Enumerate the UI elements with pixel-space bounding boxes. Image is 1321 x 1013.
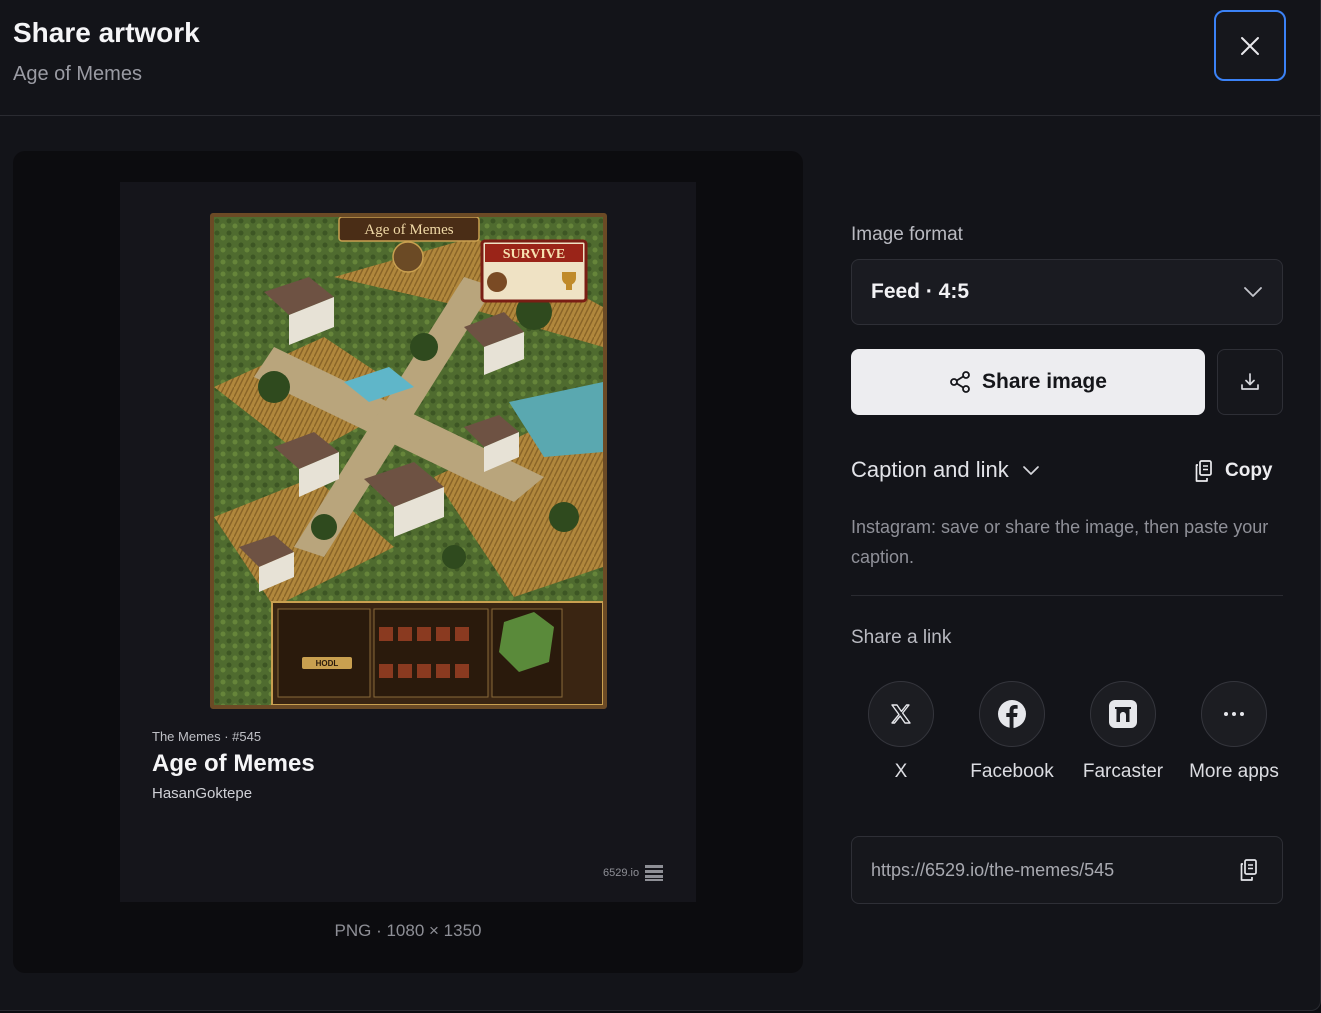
share-x-button[interactable]: X <box>851 681 951 783</box>
facebook-logo-icon <box>998 700 1026 728</box>
share-facebook-label: Facebook <box>970 761 1054 782</box>
share-artwork-modal: Share artwork Age of Memes Age of Memes … <box>0 0 1321 1011</box>
download-button[interactable] <box>1217 349 1283 415</box>
share-image-button[interactable]: Share image <box>851 349 1205 415</box>
share-url-field[interactable]: https://6529.io/the-memes/545 <box>851 836 1283 904</box>
share-x-label: X <box>894 761 908 782</box>
artwork-title: Age of Memes <box>152 750 315 777</box>
watermark-text: 6529.io <box>603 867 640 879</box>
share-icon <box>950 371 970 393</box>
share-facebook-button[interactable]: Facebook <box>962 681 1062 783</box>
x-logo-icon <box>891 704 911 724</box>
brand-logo-icon <box>645 865 664 881</box>
copy-link-icon[interactable] <box>1238 858 1260 882</box>
modal-title: Share artwork <box>13 17 200 48</box>
chevron-down-icon <box>1022 465 1039 475</box>
image-format-value: Feed · 4:5 <box>871 280 970 303</box>
artwork-popup-title: SURVIVE <box>503 247 566 262</box>
share-more-apps-button[interactable]: More apps <box>1184 681 1284 783</box>
modal-subtitle: Age of Memes <box>13 63 142 85</box>
preview-panel: Age of Memes SURVIVE HODL The Memes · #5… <box>13 151 803 973</box>
share-farcaster-button[interactable]: Farcaster <box>1073 681 1173 783</box>
share-card-preview: Age of Memes SURVIVE HODL The Memes · #5… <box>120 182 696 902</box>
more-dots-icon <box>1224 712 1244 716</box>
share-url-text: https://6529.io/the-memes/545 <box>871 859 1115 880</box>
download-icon <box>1241 373 1259 390</box>
share-more-apps-label: More apps <box>1189 761 1279 782</box>
artist-name: HasanGoktepe <box>152 785 253 802</box>
watermark: 6529.io <box>603 864 664 882</box>
caption-hint: Instagram: save or share the image, then… <box>851 517 1269 567</box>
chevron-down-icon <box>1244 287 1262 297</box>
artwork-title-banner: Age of Memes <box>364 222 453 238</box>
copy-caption-button[interactable]: Copy <box>1193 459 1273 483</box>
image-format-label: Image format <box>851 224 963 245</box>
farcaster-logo-icon <box>1109 700 1137 728</box>
close-icon <box>1241 36 1259 55</box>
caption-and-link-toggle[interactable]: Caption and link <box>851 457 1039 483</box>
close-button[interactable] <box>1214 10 1286 81</box>
share-link-label: Share a link <box>851 627 952 648</box>
collection-line: The Memes · #545 <box>152 729 262 744</box>
share-farcaster-label: Farcaster <box>1082 761 1164 782</box>
copy-caption-label: Copy <box>1225 460 1273 481</box>
artwork-panel-button: HODL <box>316 659 339 668</box>
image-format-select[interactable]: Feed · 4:5 <box>851 259 1283 325</box>
divider <box>851 595 1283 596</box>
file-info: PNG · 1080 × 1350 <box>334 921 482 940</box>
caption-and-link-label: Caption and link <box>851 457 1009 482</box>
share-image-label: Share image <box>982 370 1107 393</box>
artwork-image: Age of Memes SURVIVE HODL <box>210 213 607 709</box>
modal-header: Share artwork Age of Memes <box>0 0 1320 116</box>
clipboard-icon <box>1195 460 1212 482</box>
